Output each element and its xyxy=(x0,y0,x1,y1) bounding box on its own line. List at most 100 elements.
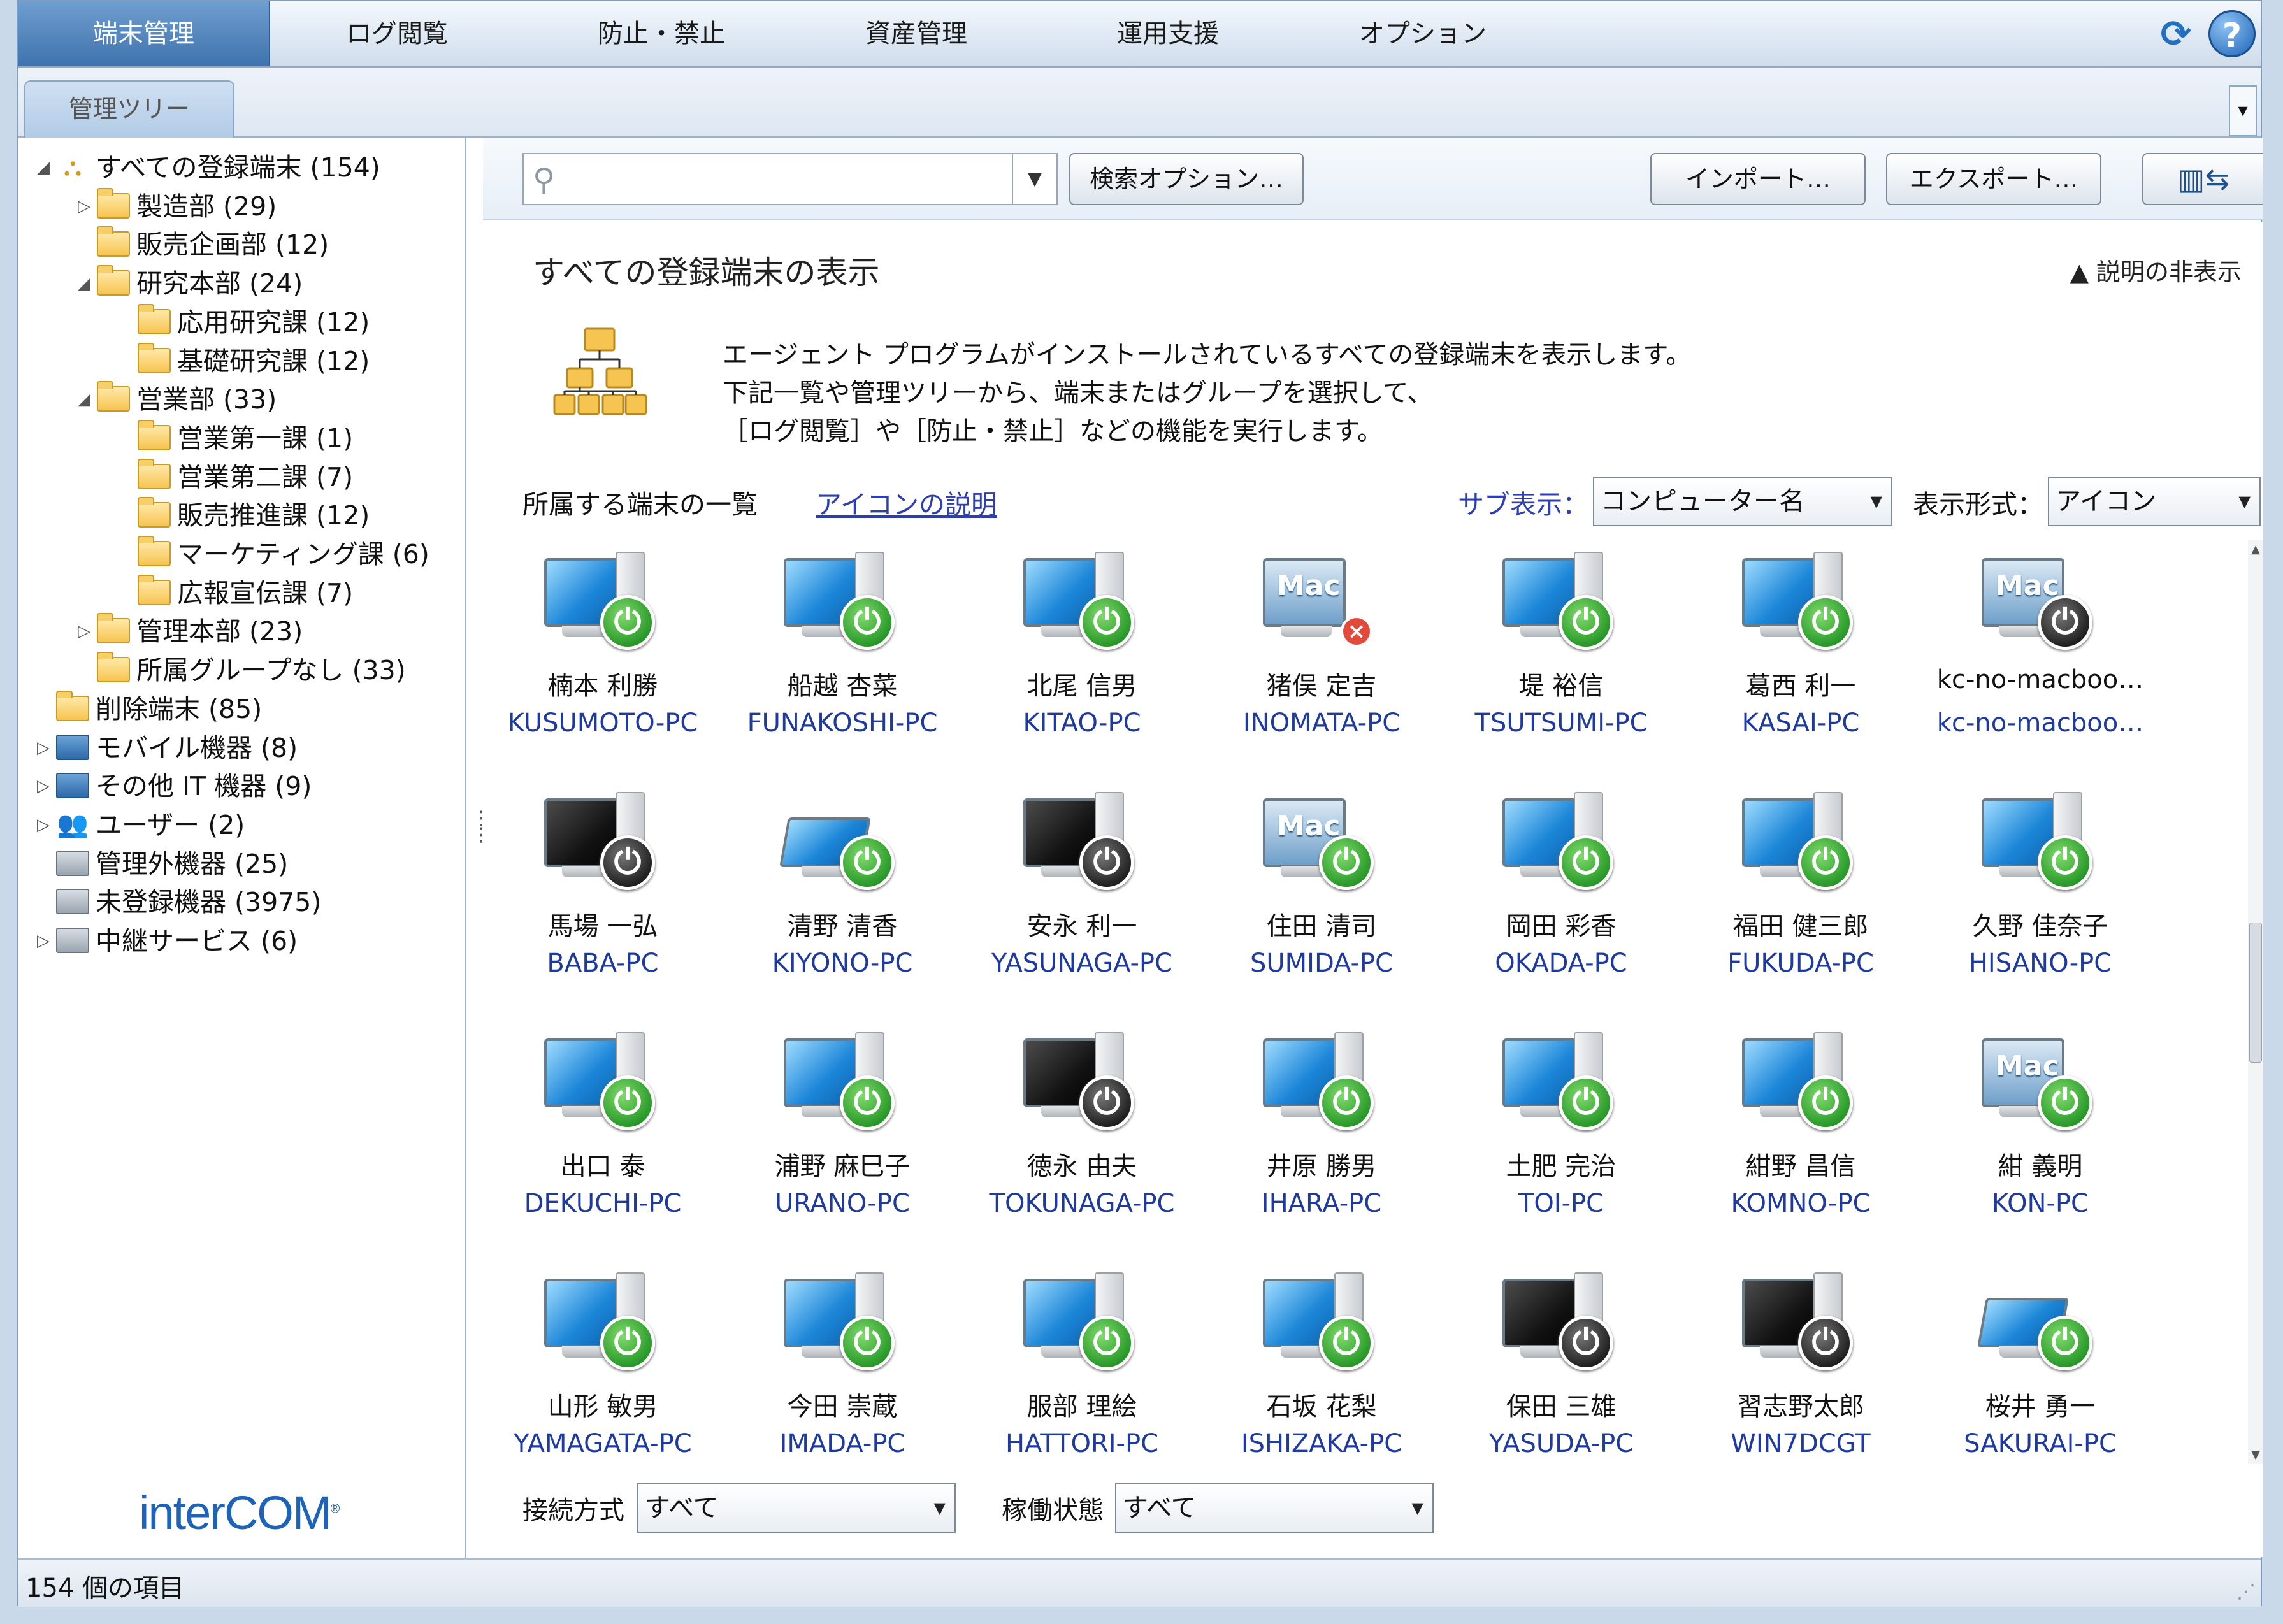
device-item[interactable]: ⏻ 浦野 麻巳子 URANO-PC xyxy=(723,1021,962,1260)
device-item[interactable]: ⏻ 安永 利一 YASUNAGA-PC xyxy=(962,780,1202,1020)
help-icon[interactable]: ? xyxy=(2208,10,2256,57)
device-item[interactable]: ⏻ 北尾 信男 KITAO-PC xyxy=(962,540,1202,780)
device-item[interactable]: ⏻ 土肥 完治 TOI-PC xyxy=(1441,1021,1681,1260)
tree-item[interactable]: 営業第二課 (7) xyxy=(112,458,354,496)
power-on-icon: ⏻ xyxy=(840,1316,895,1370)
tree-item[interactable]: ◢ ⛬ すべての登録端末 (154) xyxy=(31,149,380,186)
device-item[interactable]: ⏻ 服部 理絵 HATTORI-PC xyxy=(962,1261,1202,1464)
tree-item[interactable]: ◢ 営業部 (33) xyxy=(71,381,277,418)
connection-filter-select[interactable]: すべて ▼ xyxy=(637,1483,956,1533)
device-item[interactable]: ⏻ 楠本 利勝 KUSUMOTO-PC xyxy=(483,540,723,780)
menu-operation-support[interactable]: 運用支援 xyxy=(1063,1,1273,66)
resize-grip-icon[interactable]: ⋰ xyxy=(2236,1581,2256,1603)
intercom-logo: interCOM® xyxy=(139,1486,340,1540)
device-item[interactable]: ⏻ 出口 泰 DEKUCHI-PC xyxy=(483,1021,723,1260)
tree-item[interactable]: 所属グループなし (33) xyxy=(71,652,406,689)
device-item[interactable]: ⏻ 葛西 利一 KASAI-PC xyxy=(1681,540,1920,780)
scroll-up-icon[interactable]: ▲ xyxy=(2248,543,2263,556)
tree-item[interactable]: ▷ その他 IT 機器 (9) xyxy=(31,768,312,805)
tab-management-tree[interactable]: 管理ツリー xyxy=(24,80,234,138)
tree-item[interactable]: 広報宣伝課 (7) xyxy=(112,574,353,612)
device-item[interactable]: ⏻ 紺野 昌信 KOMNO-PC xyxy=(1681,1021,1920,1260)
computer-icon: ⏻ xyxy=(1502,552,1624,660)
chart-view-icon[interactable]: ▥⇆ xyxy=(2142,153,2263,205)
menu-device-management[interactable]: 端末管理 xyxy=(18,1,270,66)
hide-description-toggle[interactable]: ▲ 説明の非表示 xyxy=(2070,252,2242,287)
expand-toggle-icon[interactable]: ▷ xyxy=(31,768,56,805)
org-chart-icon: ⛬ xyxy=(64,152,82,182)
device-item[interactable]: ⏻ 堤 裕信 TSUTSUMI-PC xyxy=(1441,540,1681,780)
tree-item[interactable]: 削除端末 (85) xyxy=(31,690,262,728)
device-item[interactable]: Mac ⏻ 紺 義明 KON-PC xyxy=(1920,1021,2160,1260)
tree-item[interactable]: マーケティング課 (6) xyxy=(112,536,429,573)
search-combobox: ⚲ ▼ xyxy=(522,153,1058,205)
device-item[interactable]: ⏻ 船越 杏菜 FUNAKOSHI-PC xyxy=(723,540,962,780)
computer-icon: ⏻ xyxy=(544,1032,665,1140)
expand-toggle-icon[interactable]: ▷ xyxy=(31,729,56,766)
tree-item[interactable]: ◢ 研究本部 (24) xyxy=(71,265,303,302)
device-item[interactable]: Mac ⏻ 住田 清司 SUMIDA-PC xyxy=(1202,780,1441,1020)
device-item[interactable]: ⏻ 徳永 由夫 TOKUNAGA-PC xyxy=(962,1021,1202,1260)
item-count: 154 個の項目 xyxy=(25,1574,185,1603)
refresh-icon[interactable]: ⟳ xyxy=(2155,13,2197,55)
import-button[interactable]: インポート… xyxy=(1650,153,1866,205)
chevron-down-icon[interactable]: ▼ xyxy=(1012,154,1056,204)
device-host-name: KON-PC xyxy=(1992,1189,2089,1218)
menu-options[interactable]: オプション xyxy=(1318,1,1528,66)
tree-item[interactable]: 販売企画部 (12) xyxy=(71,226,329,263)
tree-item[interactable]: 管理外機器 (25) xyxy=(31,845,288,882)
connection-filter-value: すべて xyxy=(645,1493,719,1523)
tree-item[interactable]: ▷ モバイル機器 (8) xyxy=(31,729,298,766)
menu-prevention[interactable]: 防止・禁止 xyxy=(547,1,776,66)
device-item[interactable]: ⏻ 桜井 勇一 SAKURAI-PC xyxy=(1920,1261,2160,1464)
tree-item[interactable]: 応用研究課 (12) xyxy=(112,303,370,341)
chevron-down-icon[interactable]: ▾ xyxy=(2229,85,2257,136)
panel-splitter[interactable]: ⋮ ⋮ xyxy=(472,809,491,861)
device-item[interactable]: ⏻ 馬場 一弘 BABA-PC xyxy=(483,780,723,1020)
device-item[interactable]: Mac ⏻ kc-no-macboo… kc-no-macboo… xyxy=(1920,540,2160,780)
menu-asset-management[interactable]: 資産管理 xyxy=(808,1,1025,66)
tree-item[interactable]: 営業第一課 (1) xyxy=(112,419,353,457)
unmanaged-device-icon xyxy=(56,850,89,876)
device-item[interactable]: ⏻ 久野 佳奈子 HISANO-PC xyxy=(1920,780,2160,1020)
device-item[interactable]: ⏻ 保田 三雄 YASUDA-PC xyxy=(1441,1261,1681,1464)
device-user-name: 紺野 昌信 xyxy=(1745,1152,1856,1181)
device-item[interactable]: ⏻ 習志野太郎 WIN7DCGT xyxy=(1681,1261,1920,1464)
sub-view-select[interactable]: コンピューター名 ▼ xyxy=(1593,477,1892,526)
expand-toggle-icon[interactable]: ▷ xyxy=(71,188,97,225)
view-format-select[interactable]: アイコン ▼ xyxy=(2048,477,2261,526)
device-item[interactable]: ⏻ 山形 敏男 YAMAGATA-PC xyxy=(483,1261,723,1464)
expand-toggle-icon[interactable]: ▷ xyxy=(71,613,97,650)
tree-item[interactable]: ▷ 製造部 (29) xyxy=(71,187,277,225)
status-filter-select[interactable]: すべて ▼ xyxy=(1115,1483,1434,1533)
tree-item[interactable]: 未登録機器 (3975) xyxy=(31,884,321,921)
expand-toggle-icon[interactable]: ◢ xyxy=(31,149,56,186)
tree-item[interactable]: 販売推進課 (12) xyxy=(112,497,370,534)
search-input[interactable] xyxy=(575,161,995,199)
expand-toggle-icon[interactable]: ▷ xyxy=(31,923,56,959)
expand-toggle-icon[interactable]: ▷ xyxy=(31,807,56,844)
export-button[interactable]: エクスポート… xyxy=(1886,153,2101,205)
expand-toggle-icon[interactable]: ◢ xyxy=(71,381,97,418)
icon-help-link[interactable]: アイコンの説明 xyxy=(816,483,997,521)
tree-item[interactable]: ▷ 管理本部 (23) xyxy=(71,613,303,650)
device-item[interactable]: ⏻ 今田 崇蔵 IMADA-PC xyxy=(723,1261,962,1464)
device-item[interactable]: ⏻ 岡田 彩香 OKADA-PC xyxy=(1441,780,1681,1020)
scroll-down-icon[interactable]: ▼ xyxy=(2248,1448,2263,1462)
device-item[interactable]: ⏻ 福田 健三郎 FUKUDA-PC xyxy=(1681,780,1920,1020)
vertical-scrollbar[interactable]: ▲ ▼ xyxy=(2248,540,2263,1464)
menu-log-viewing[interactable]: ログ閲覧 xyxy=(292,1,502,66)
expand-toggle-icon[interactable]: ◢ xyxy=(71,265,97,302)
device-item[interactable]: ⏻ 清野 清香 KIYONO-PC xyxy=(723,780,962,1020)
search-options-button[interactable]: 検索オプション… xyxy=(1069,153,1304,205)
device-item[interactable]: ⏻ 井原 勝男 IHARA-PC xyxy=(1202,1021,1441,1260)
device-item[interactable]: Mac × 猪俣 定吉 INOMATA-PC xyxy=(1202,540,1441,780)
scrollbar-thumb[interactable] xyxy=(2249,923,2262,1063)
tree-item[interactable]: ▷ 👥 ユーザー (2) xyxy=(31,807,245,844)
device-item[interactable]: ⏻ 石坂 花梨 ISHIZAKA-PC xyxy=(1202,1261,1441,1464)
tree-item-label: 営業第二課 (7) xyxy=(177,461,354,492)
tree-item[interactable]: 基礎研究課 (12) xyxy=(112,342,370,380)
status-filter-label: 稼働状態 xyxy=(1002,1496,1104,1525)
tree-item-label: 未登録機器 (3975) xyxy=(96,887,322,918)
tree-item[interactable]: ▷ 中継サービス (6) xyxy=(31,923,298,959)
